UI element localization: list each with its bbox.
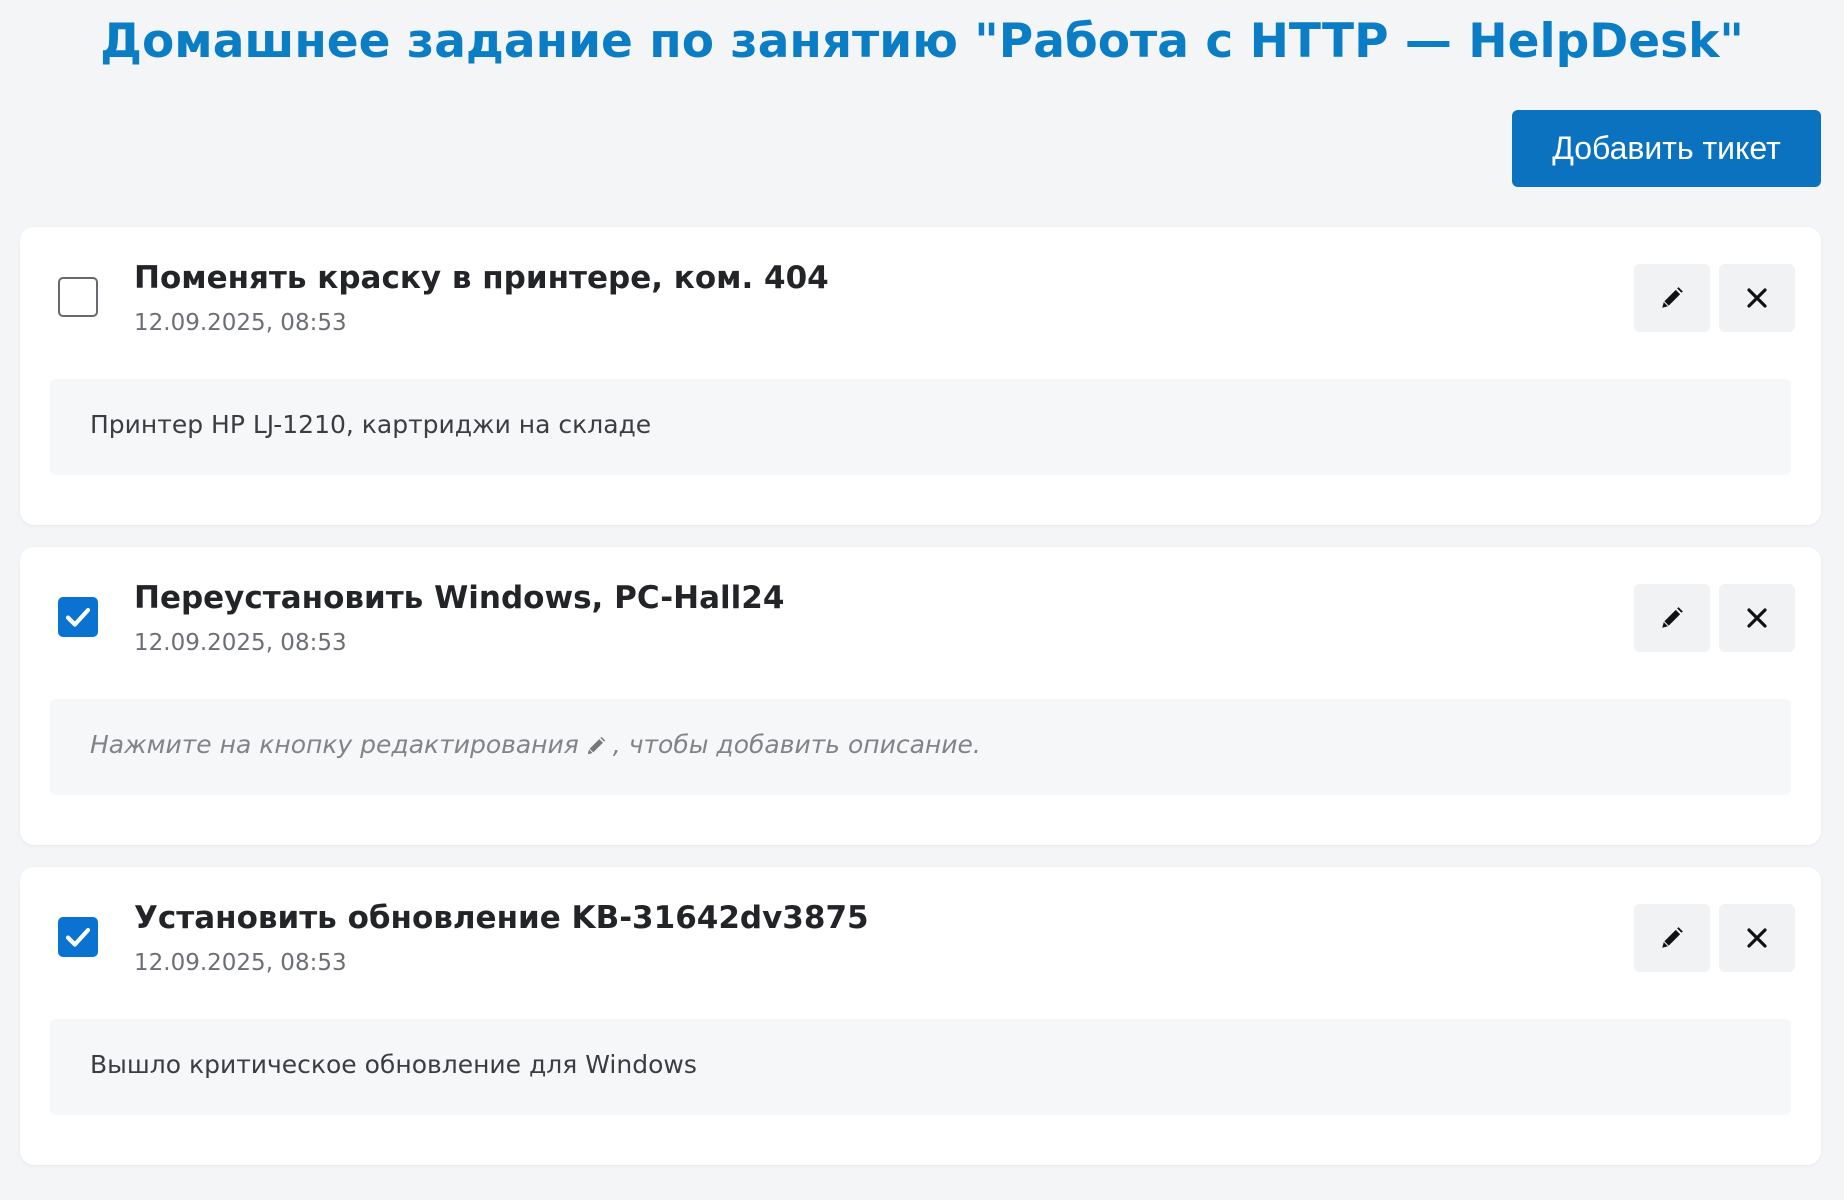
ticket-description: Принтер HP LJ-1210, картриджи на складе (50, 379, 1791, 475)
ticket-name[interactable]: Переустановить Windows, PC-Hall24 (134, 580, 784, 616)
ticket-card: Переустановить Windows, PC-Hall24 12.09.… (20, 547, 1821, 845)
ticket-status-checkbox[interactable] (58, 917, 98, 957)
ticket-description-text: Вышло критическое обновление для Windows (90, 1050, 697, 1079)
ticket-status-checkbox[interactable] (58, 597, 98, 637)
add-ticket-button[interactable]: Добавить тикет (1512, 110, 1821, 187)
edit-ticket-button[interactable] (1634, 264, 1710, 332)
close-icon (1747, 608, 1767, 628)
ticket-card: Установить обновление KB-31642dv3875 12.… (20, 867, 1821, 1165)
ticket-date: 12.09.2025, 08:53 (134, 630, 347, 656)
pencil-icon (1662, 607, 1683, 628)
placeholder-text-start: Нажмите на кнопку редактирования (90, 730, 579, 759)
ticket-name[interactable]: Установить обновление KB-31642dv3875 (134, 900, 869, 936)
checkmark-icon (65, 928, 91, 947)
ticket-date: 12.09.2025, 08:53 (134, 310, 347, 336)
description-placeholder: Нажмите на кнопку редактирования , чтобы … (90, 730, 981, 759)
edit-ticket-button[interactable] (1634, 904, 1710, 972)
pencil-icon (587, 736, 605, 755)
checkmark-icon (65, 608, 91, 627)
pencil-icon (1662, 927, 1683, 948)
ticket-card: Поменять краску в принтере, ком. 404 12.… (20, 227, 1821, 525)
pencil-icon (1662, 287, 1683, 308)
placeholder-text-end: , чтобы добавить описание. (612, 730, 981, 759)
ticket-name[interactable]: Поменять краску в принтере, ком. 404 (134, 260, 829, 296)
delete-ticket-button[interactable] (1719, 584, 1795, 652)
delete-ticket-button[interactable] (1719, 264, 1795, 332)
ticket-description: Вышло критическое обновление для Windows (50, 1019, 1791, 1115)
ticket-date: 12.09.2025, 08:53 (134, 950, 347, 976)
ticket-description-text: Принтер HP LJ-1210, картриджи на складе (90, 410, 652, 439)
helpdesk-page: Домашнее задание по занятию "Работа с HT… (0, 0, 1844, 1200)
close-icon (1747, 928, 1767, 948)
ticket-description: Нажмите на кнопку редактирования , чтобы … (50, 699, 1791, 795)
page-title: Домашнее задание по занятию "Работа с HT… (100, 14, 1744, 69)
delete-ticket-button[interactable] (1719, 904, 1795, 972)
ticket-status-checkbox[interactable] (58, 277, 98, 317)
close-icon (1747, 288, 1767, 308)
edit-ticket-button[interactable] (1634, 584, 1710, 652)
